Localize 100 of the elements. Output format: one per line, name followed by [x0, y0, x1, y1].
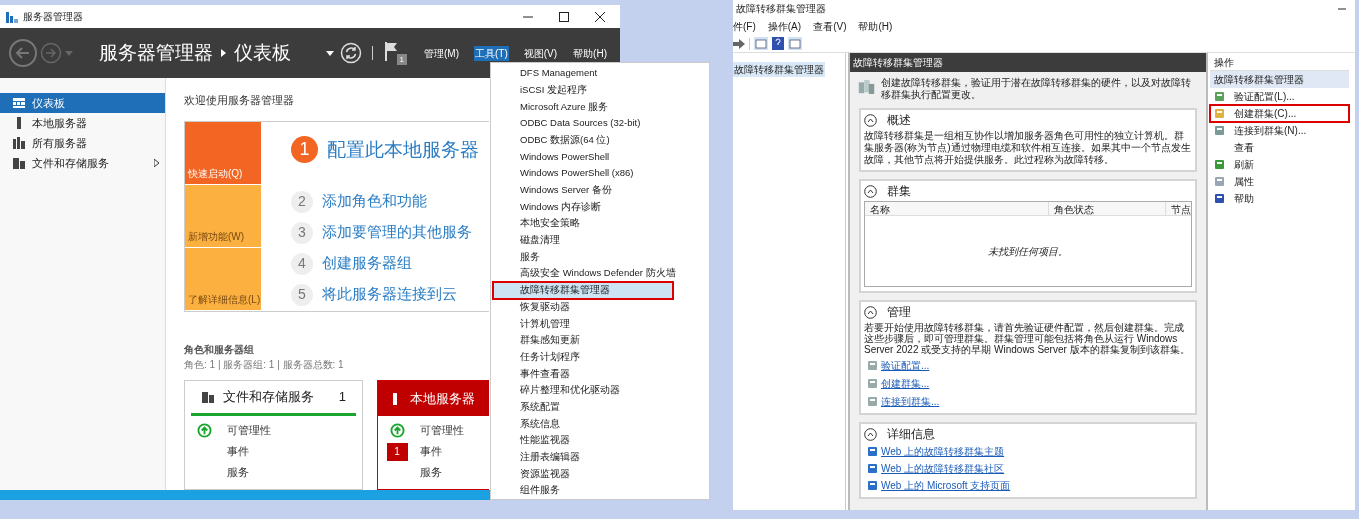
collapse-button[interactable] — [864, 427, 877, 441]
step-link[interactable]: 添加要管理的其他服务 — [322, 221, 472, 244]
tools-menu-item[interactable]: 事件查看器 — [493, 365, 707, 383]
sidebar-item[interactable]: 本地服务器 — [0, 113, 165, 133]
breadcrumb-item: 仪表板 — [234, 40, 291, 65]
empty-message: 未找到任何项目。 — [988, 244, 1068, 259]
tools-menu-item[interactable]: 高级安全 Windows Defender 防火墙 — [493, 265, 707, 282]
tree-item[interactable]: 故障转移群集管理器 — [733, 62, 825, 77]
step-number: 3 — [291, 221, 313, 244]
action-item[interactable]: 验证配置(L)... — [1210, 88, 1349, 105]
storage-icon — [201, 390, 215, 404]
validate-icon — [1214, 91, 1225, 102]
role-tile-row[interactable]: 事件 — [420, 443, 442, 460]
pane-header: 故障转移群集管理器 — [850, 53, 1206, 72]
section-title: 详细信息 — [887, 426, 935, 443]
action-item[interactable]: 创建群集(C)... — [1210, 105, 1349, 122]
section-heading: 角色和服务器组 — [184, 343, 255, 357]
action-item[interactable]: 连接到群集(N)... — [1210, 122, 1349, 139]
role-tile-row[interactable]: 服务 — [227, 464, 249, 481]
tools-menu-item[interactable]: 碎片整理和优化驱动器 — [493, 382, 707, 399]
collapse-button[interactable] — [864, 184, 877, 198]
tools-menu-item[interactable]: 组件服务 — [493, 482, 707, 499]
close-button[interactable] — [595, 11, 605, 22]
web-link[interactable]: Web 上的故障转移群集主题 — [881, 444, 1005, 459]
step-link[interactable]: 添加角色和功能 — [322, 190, 427, 213]
menu-item[interactable]: 工具(T) — [474, 45, 509, 61]
tools-menu-item[interactable]: 服务 — [493, 248, 707, 266]
section-summary: 角色: 1 | 服务器组: 1 | 服务器总数: 1 — [184, 358, 345, 372]
breadcrumb-separator-icon — [221, 49, 226, 57]
tools-menu-item[interactable]: 磁盘清理 — [493, 231, 707, 249]
connect-icon — [1214, 125, 1225, 136]
tools-menu-item[interactable]: 群集感知更新 — [493, 332, 707, 349]
column-header[interactable]: 名称 — [865, 202, 1049, 215]
role-tile-row[interactable]: 事件 — [227, 443, 249, 460]
dropdown-icon[interactable] — [326, 50, 334, 56]
menu-item[interactable]: 件(F) — [733, 18, 756, 34]
tools-menu-item[interactable]: 注册表编辑器 — [493, 448, 707, 466]
help-button[interactable] — [772, 37, 784, 50]
tools-menu-item[interactable]: Windows 内存诊断 — [493, 198, 707, 216]
tools-menu-item[interactable]: 恢复驱动器 — [493, 298, 707, 316]
menu-item[interactable]: 帮助(H) — [858, 18, 893, 34]
web-link[interactable]: Web 上的 Microsoft 支持页面 — [881, 478, 1011, 493]
action-item[interactable]: 刷新 — [1210, 156, 1349, 173]
refresh-icon — [1214, 159, 1225, 170]
quick-start-tile[interactable]: 了解详细信息(L) — [185, 247, 261, 311]
management-link[interactable]: 连接到群集... — [881, 394, 940, 409]
tools-menu-item[interactable]: 故障转移群集管理器 — [493, 281, 673, 299]
tools-menu-item[interactable]: DFS Management — [493, 65, 707, 82]
tools-menu-item[interactable]: iSCSI 发起程序 — [493, 81, 707, 99]
collapse-button[interactable] — [864, 305, 877, 319]
step-link[interactable]: 创建服务器组 — [322, 252, 412, 275]
actions-section-header[interactable]: 故障转移群集管理器 — [1210, 71, 1349, 88]
role-tile-row[interactable]: 可管理性 — [227, 422, 271, 439]
tools-menu-item[interactable]: Windows Server 备份 — [493, 181, 707, 199]
role-tile-row[interactable]: 服务 — [420, 464, 442, 481]
role-tile-row[interactable]: 可管理性 — [420, 422, 464, 439]
tools-menu-item[interactable]: Windows PowerShell — [493, 148, 707, 166]
tools-menu-item[interactable]: 系统配置 — [493, 398, 707, 416]
refresh-button[interactable] — [340, 42, 362, 64]
tools-menu-item[interactable]: ODBC 数据源(64 位) — [493, 131, 707, 149]
tools-menu-item[interactable]: 性能监视器 — [493, 432, 707, 449]
action-item[interactable]: 查看 — [1210, 139, 1349, 156]
sidebar-item[interactable]: 文件和存储服务 — [0, 153, 165, 173]
collapse-button[interactable] — [864, 113, 877, 127]
column-header[interactable]: 节点 — [1165, 202, 1191, 215]
back-button[interactable] — [8, 38, 38, 68]
action-item[interactable]: 属性 — [1210, 173, 1349, 190]
menu-item[interactable]: 查看(V) — [813, 18, 847, 34]
expand-arrow-icon[interactable] — [154, 159, 159, 167]
role-tile-title: 文件和存储服务 — [223, 388, 315, 407]
action-item[interactable]: 帮助 — [1210, 190, 1349, 207]
column-header[interactable]: 角色状态 — [1048, 202, 1165, 215]
sidebar-item[interactable]: 仪表板 — [0, 93, 165, 113]
tools-menu-item[interactable]: 任务计划程序 — [493, 348, 707, 366]
console-tree-button[interactable] — [754, 37, 768, 50]
menu-item[interactable]: 管理(M) — [423, 45, 460, 61]
tools-menu-item[interactable]: 本地安全策略 — [493, 215, 707, 232]
sidebar-item[interactable]: 所有服务器 — [0, 133, 165, 153]
management-link[interactable]: 创建群集... — [881, 376, 930, 391]
tools-menu-item[interactable]: ODBC Data Sources (32-bit) — [493, 115, 707, 132]
tools-menu-item[interactable]: 资源监视器 — [493, 465, 707, 483]
menu-item[interactable]: 操作(A) — [767, 18, 802, 34]
menu-item[interactable]: 视图(V) — [522, 45, 559, 61]
maximize-button[interactable] — [559, 11, 569, 22]
quick-start-tile[interactable]: 新增功能(W) — [185, 184, 261, 248]
status-up-icon — [196, 423, 212, 438]
management-link[interactable]: 验证配置... — [881, 358, 930, 373]
menu-item[interactable]: 帮助(H) — [572, 45, 608, 61]
tools-menu-item[interactable]: Microsoft Azure 服务 — [493, 98, 707, 116]
web-link[interactable]: Web 上的故障转移群集社区 — [881, 461, 1005, 476]
step-number: 4 — [291, 252, 313, 275]
step-number: 5 — [291, 283, 313, 306]
action-pane-button[interactable] — [788, 37, 802, 50]
forward-button[interactable] — [733, 38, 745, 49]
notifications-button[interactable]: 1 — [385, 41, 407, 65]
step-link[interactable]: 将此服务器连接到云 — [322, 283, 457, 306]
tools-menu-item[interactable]: Windows PowerShell (x86) — [493, 165, 707, 182]
tools-menu-item[interactable]: 计算机管理 — [493, 315, 707, 332]
tools-menu-item[interactable]: 系统信息 — [493, 415, 707, 433]
step-link[interactable]: 配置此本地服务器 — [327, 135, 479, 164]
